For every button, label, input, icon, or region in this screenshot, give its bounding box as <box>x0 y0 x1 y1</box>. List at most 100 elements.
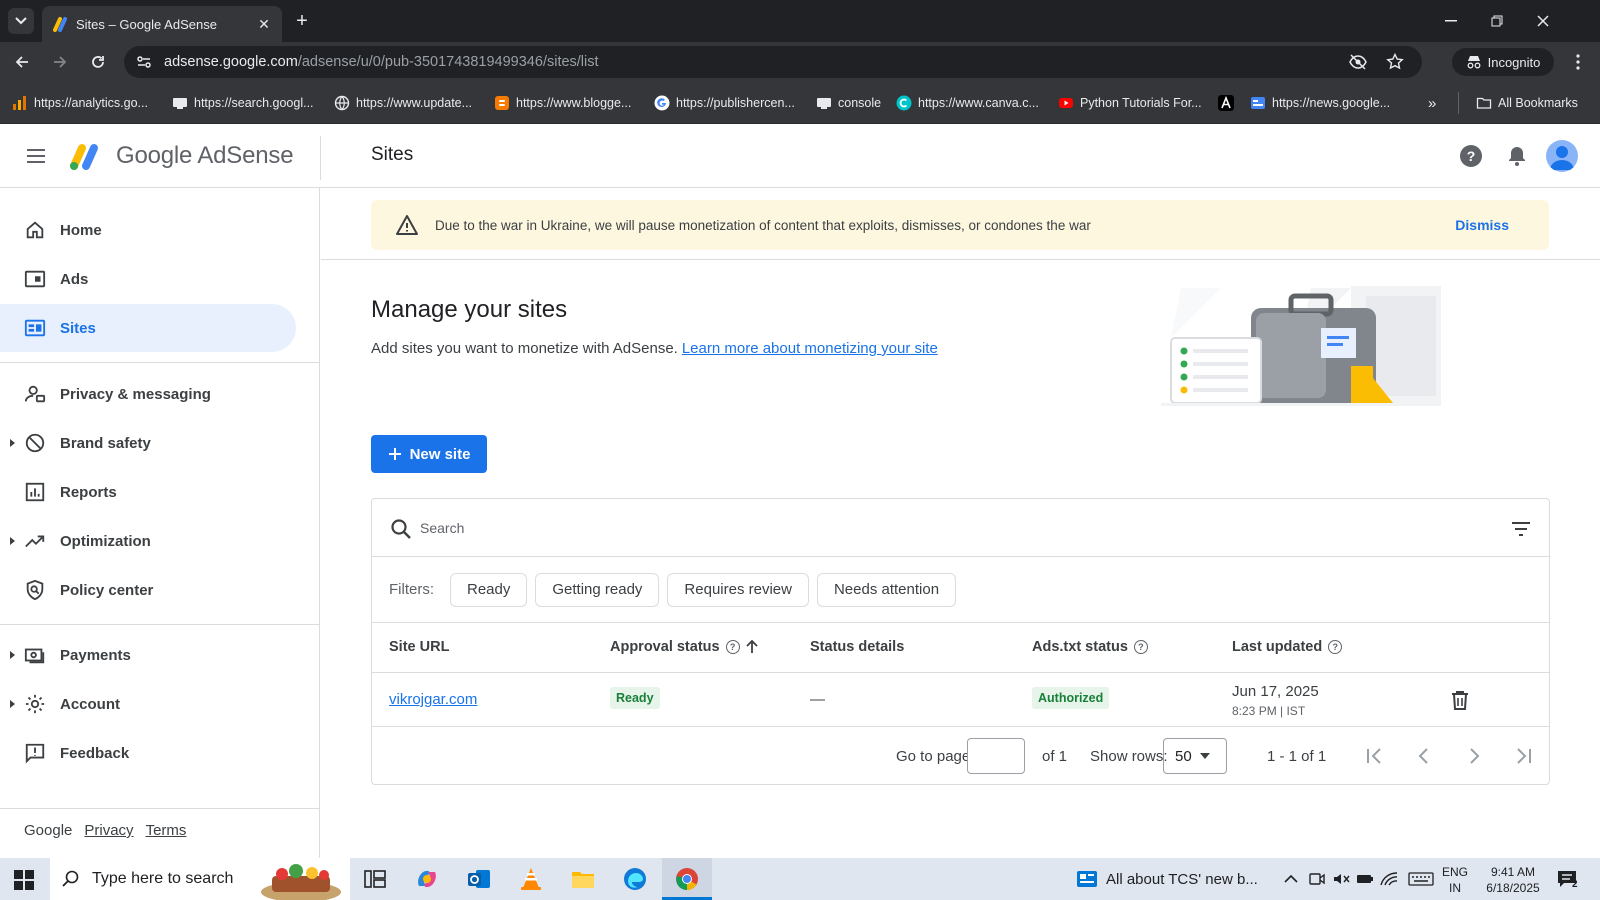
taskbar-news-widget[interactable]: All about TCS' new b... <box>1076 869 1258 889</box>
browser-menu-button[interactable] <box>1566 50 1590 74</box>
forward-button[interactable] <box>48 50 72 74</box>
footer-terms-link[interactable]: Terms <box>146 822 187 839</box>
vlc-icon[interactable] <box>518 866 544 892</box>
bookmark-star-icon[interactable] <box>1386 53 1404 71</box>
column-header-ads-txt-status[interactable]: Ads.txt status ? <box>1032 639 1148 655</box>
help-circle-icon[interactable]: ? <box>725 640 740 654</box>
sidebar-item-brand-safety[interactable]: Brand safety <box>0 419 296 467</box>
notifications-bell-icon[interactable] <box>1505 144 1529 168</box>
bookmark-item[interactable]: Python Tutorials For... <box>1058 94 1202 112</box>
help-circle-icon[interactable]: ? <box>1133 640 1148 654</box>
help-icon[interactable]: ? <box>1459 144 1483 168</box>
address-bar[interactable]: adsense.google.com/adsense/u/0/pub-35017… <box>124 46 1422 78</box>
rows-per-page-select[interactable]: 50 <box>1163 738 1227 774</box>
help-circle-icon[interactable]: ? <box>1328 640 1343 654</box>
wifi-icon[interactable] <box>1380 871 1398 887</box>
filter-chip-ready[interactable]: Ready <box>450 572 528 607</box>
back-button[interactable] <box>10 50 34 74</box>
sidebar-item-reports[interactable]: Reports <box>0 468 296 516</box>
bookmark-item[interactable]: https://search.googl... <box>172 94 314 112</box>
bookmark-item[interactable]: https://www.canva.c... <box>896 94 1039 112</box>
task-view-icon[interactable] <box>362 866 388 892</box>
sidebar-item-policy-center[interactable]: Policy center <box>0 566 296 614</box>
delete-trash-icon[interactable] <box>1449 689 1471 711</box>
tab-close-icon[interactable]: ✕ <box>256 16 272 33</box>
bookmark-item[interactable]: https://publishercen... <box>654 94 795 112</box>
bookmark-label: console <box>838 96 882 110</box>
sidebar-item-optimization[interactable]: Optimization <box>0 517 296 565</box>
more-bookmarks-button[interactable]: » <box>1428 94 1436 112</box>
footer-privacy-link[interactable]: Privacy <box>84 822 133 839</box>
filter-list-icon[interactable] <box>1509 517 1533 541</box>
file-explorer-icon[interactable] <box>570 866 596 892</box>
filter-chip-getting-ready[interactable]: Getting ready <box>535 572 660 607</box>
learn-more-link[interactable]: Learn more about monetizing your site <box>682 340 938 357</box>
account-avatar[interactable] <box>1546 140 1578 172</box>
notification-center-button[interactable]: 2 <box>1556 869 1586 891</box>
column-header-approval-status[interactable]: Approval status ? <box>610 639 758 655</box>
keyboard-icon[interactable] <box>1408 871 1434 887</box>
site-url-link[interactable]: vikrojgar.com <box>389 691 477 708</box>
bookmark-item[interactable]: https://www.update... <box>334 94 472 112</box>
new-tab-button[interactable]: + <box>290 10 314 34</box>
bookmark-item[interactable]: https://news.google... <box>1250 94 1390 112</box>
column-header-last-updated[interactable]: Last updated ? <box>1232 639 1343 655</box>
taskbar-search-box[interactable]: Type here to search <box>50 858 350 900</box>
next-page-icon[interactable] <box>1462 744 1486 768</box>
edge-icon[interactable] <box>622 866 648 892</box>
sidebar-item-sites[interactable]: Sites <box>0 304 296 352</box>
expand-caret-icon[interactable] <box>10 439 15 447</box>
dismiss-button[interactable]: Dismiss <box>1455 217 1509 233</box>
language-indicator[interactable]: ENG IN <box>1442 864 1468 896</box>
go-to-page-input[interactable] <box>967 738 1025 774</box>
bookmark-item[interactable]: console <box>816 94 881 112</box>
tab-search-button[interactable] <box>8 8 34 34</box>
reload-button[interactable] <box>86 50 110 74</box>
last-page-icon[interactable] <box>1512 744 1536 768</box>
restore-button[interactable] <box>1474 8 1520 34</box>
column-header-site-url[interactable]: Site URL <box>389 639 449 655</box>
arrow-left-icon <box>15 56 28 68</box>
expand-caret-icon[interactable] <box>10 700 15 708</box>
sidebar-item-feedback[interactable]: Feedback <box>0 729 296 777</box>
sidebar-nav: Home Ads Sites Privacy & messaging Brand… <box>0 188 320 858</box>
minimize-icon <box>1445 20 1457 22</box>
adsense-logo[interactable]: Google AdSense <box>68 140 294 172</box>
expand-caret-icon[interactable] <box>10 537 15 545</box>
table-pagination: Go to page: of 1 Show rows: 50 1 - 1 of … <box>372 727 1549 785</box>
first-page-icon[interactable] <box>1362 744 1386 768</box>
copilot-icon[interactable] <box>414 866 440 892</box>
sidebar-item-payments[interactable]: Payments <box>0 631 296 679</box>
filter-chip-needs-attention[interactable]: Needs attention <box>816 572 957 607</box>
outlook-icon[interactable] <box>466 866 492 892</box>
previous-page-icon[interactable] <box>1412 744 1436 768</box>
sidebar-item-ads[interactable]: Ads <box>0 255 296 303</box>
minimize-button[interactable] <box>1428 8 1474 34</box>
sidebar-item-account[interactable]: Account <box>0 680 296 728</box>
filter-chip-requires-review[interactable]: Requires review <box>667 572 809 607</box>
chevron-up-icon[interactable] <box>1282 871 1300 887</box>
sidebar-item-privacy-messaging[interactable]: Privacy & messaging <box>0 370 296 418</box>
close-window-button[interactable] <box>1520 8 1566 34</box>
battery-icon[interactable] <box>1356 871 1374 887</box>
eye-off-icon[interactable] <box>1348 53 1368 71</box>
taskbar-clock[interactable]: 9:41 AM 6/18/2025 <box>1478 864 1548 896</box>
all-bookmarks-button[interactable]: All Bookmarks <box>1476 94 1578 112</box>
bookmark-item[interactable]: https://analytics.go... <box>12 94 148 112</box>
expand-caret-icon[interactable] <box>10 651 15 659</box>
bookmark-item[interactable]: https://www.blogge... <box>494 94 631 112</box>
sites-search-input[interactable] <box>420 517 1420 539</box>
new-site-button[interactable]: New site <box>371 435 487 473</box>
meet-icon[interactable] <box>1308 871 1326 887</box>
sort-arrow-up-icon[interactable] <box>745 640 758 654</box>
windows-start-icon[interactable] <box>14 870 34 890</box>
menu-icon[interactable] <box>24 144 48 168</box>
taskbar-chrome-active[interactable] <box>662 858 712 900</box>
speaker-muted-icon[interactable] <box>1332 871 1350 887</box>
browser-tab-active[interactable]: Sites – Google AdSense ✕ <box>42 6 282 42</box>
bookmark-item[interactable] <box>1218 94 1240 112</box>
column-header-status-details[interactable]: Status details <box>810 639 904 655</box>
incognito-indicator[interactable]: Incognito <box>1452 48 1554 76</box>
sidebar-item-label: Policy center <box>60 581 154 599</box>
sidebar-item-home[interactable]: Home <box>0 206 296 254</box>
